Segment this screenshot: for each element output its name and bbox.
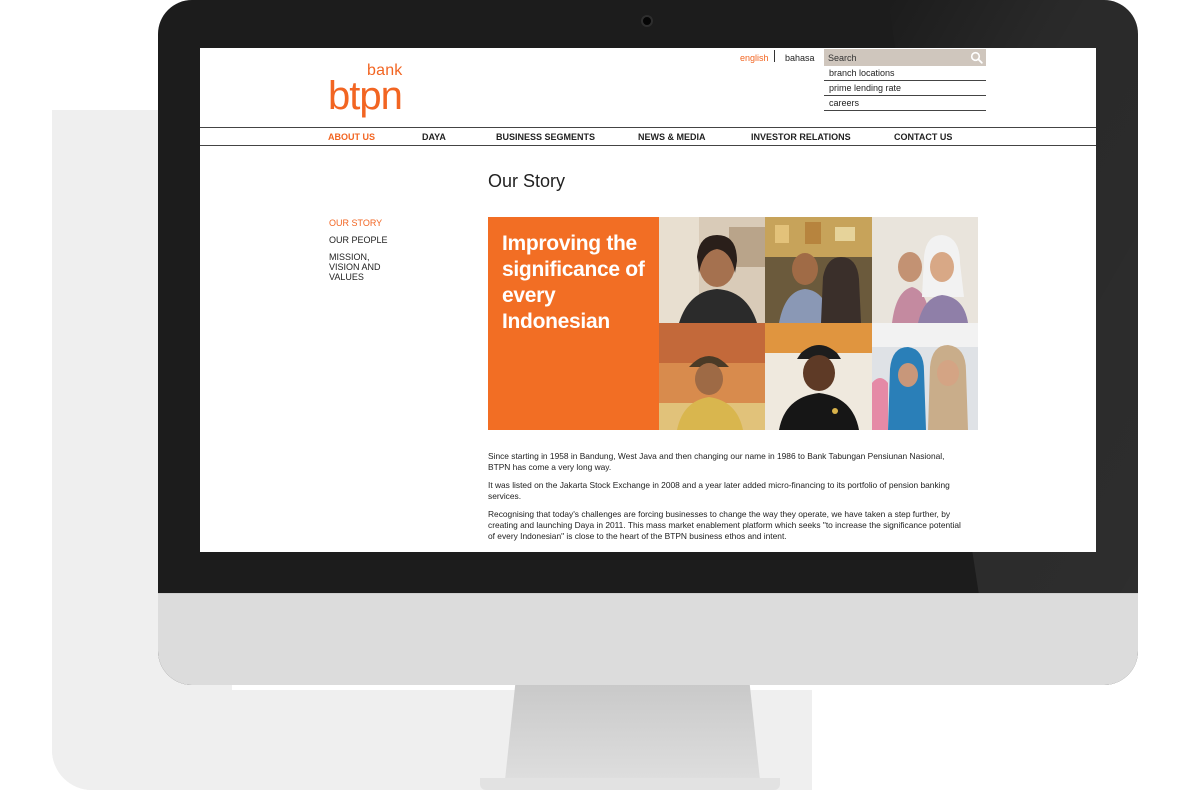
- hero-headline: Improving the significance of every Indo…: [502, 232, 645, 333]
- photo-man-cap: [659, 323, 765, 430]
- side-nav-our-story[interactable]: OUR STORY: [329, 218, 429, 228]
- logo-btpn-text: btpn: [328, 74, 403, 118]
- photo-smiling-woman: [659, 217, 765, 323]
- photo-mother-child: [872, 217, 978, 323]
- nav-contact-us[interactable]: CONTACT US: [894, 132, 952, 142]
- mockup-stage: bank btpn english bahasa branch location…: [0, 0, 1200, 800]
- website-screen: bank btpn english bahasa branch location…: [200, 48, 1096, 552]
- side-nav-our-people[interactable]: OUR PEOPLE: [329, 235, 429, 245]
- lang-english-link[interactable]: english: [740, 53, 769, 63]
- camera-icon: [641, 15, 653, 27]
- hero-orange-panel: Improving the significance of every Indo…: [488, 217, 659, 430]
- search-box: [824, 49, 986, 66]
- quick-link-prime-lending-rate[interactable]: prime lending rate: [824, 81, 986, 96]
- side-nav: OUR STORY OUR PEOPLE MISSION, VISION AND…: [329, 218, 429, 289]
- search-icon[interactable]: [970, 51, 983, 64]
- quick-link-branch-locations[interactable]: branch locations: [824, 66, 986, 81]
- monitor-stand-neck: [505, 685, 760, 780]
- btpn-logo[interactable]: bank btpn: [328, 62, 428, 120]
- side-nav-mission-vision-values[interactable]: MISSION, VISION AND VALUES: [329, 252, 401, 282]
- nav-about-us[interactable]: ABOUT US: [328, 132, 375, 142]
- lang-divider: [774, 50, 775, 62]
- article-body: Since starting in 1958 in Bandung, West …: [488, 451, 968, 549]
- nav-news-media[interactable]: NEWS & MEDIA: [638, 132, 706, 142]
- lang-bahasa-link[interactable]: bahasa: [785, 53, 815, 63]
- photo-two-women-hijab: [872, 323, 978, 430]
- nav-business-segments[interactable]: BUSINESS SEGMENTS: [496, 132, 595, 142]
- page-title: Our Story: [488, 171, 566, 191]
- article-paragraph-1: Since starting in 1958 in Bandung, West …: [488, 451, 945, 472]
- nav-investor-relations[interactable]: INVESTOR RELATIONS: [751, 132, 851, 142]
- photo-shop-couple: [765, 217, 872, 323]
- quick-link-careers[interactable]: careers: [824, 96, 986, 111]
- nav-daya[interactable]: DAYA: [422, 132, 446, 142]
- monitor-chin: [158, 593, 1138, 685]
- hero-banner: Improving the significance of every Indo…: [488, 217, 978, 430]
- search-input[interactable]: [828, 51, 968, 64]
- photo-man-black-cap: [765, 323, 872, 430]
- article-paragraph-2: It was listed on the Jakarta Stock Excha…: [488, 480, 950, 501]
- monitor-stand-base: [480, 778, 780, 790]
- main-nav: ABOUT US DAYA BUSINESS SEGMENTS NEWS & M…: [200, 127, 1096, 146]
- article-paragraph-3: Recognising that today's challenges are …: [488, 509, 961, 541]
- quick-links: branch locations prime lending rate care…: [824, 66, 986, 111]
